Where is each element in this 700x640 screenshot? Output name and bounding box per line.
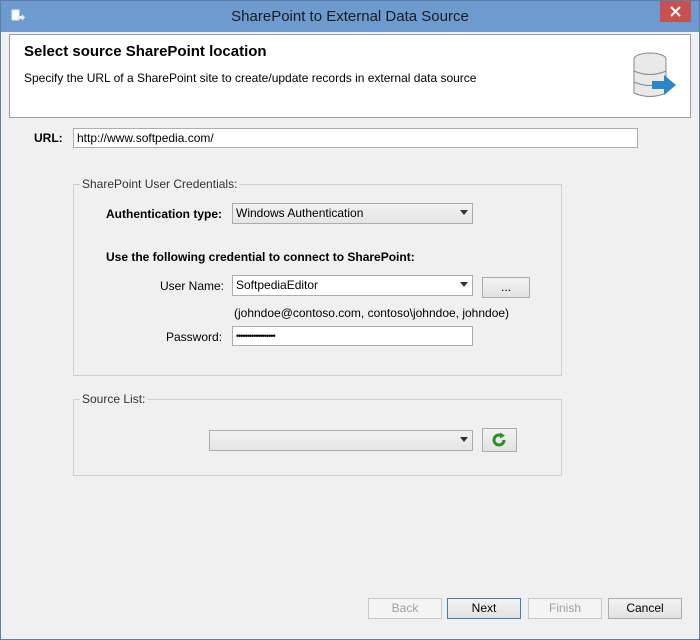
- password-label: Password:: [166, 330, 223, 344]
- username-hint: (johndoe@contoso.com, contoso\johndoe, j…: [234, 306, 510, 320]
- browse-user-button[interactable]: ...: [482, 277, 530, 298]
- refresh-icon: [492, 432, 506, 447]
- password-field[interactable]: ••••••••••••••••••: [232, 326, 473, 346]
- finish-button[interactable]: Finish: [528, 598, 602, 619]
- database-export-icon: [633, 52, 676, 97]
- source-list-select[interactable]: [209, 430, 473, 451]
- credentials-legend: SharePoint User Credentials:: [82, 177, 238, 191]
- url-input[interactable]: http://www.softpedia.com/: [73, 128, 638, 148]
- source-list-legend: Source List:: [82, 392, 146, 406]
- refresh-source-list-button[interactable]: [482, 428, 517, 452]
- title-bar[interactable]: SharePoint to External Data Source: [1, 1, 699, 32]
- wizard-header: Select source SharePoint location Specif…: [9, 34, 691, 118]
- username-select[interactable]: SoftpediaEditor: [232, 275, 473, 296]
- auth-type-label: Authentication type:: [106, 207, 222, 221]
- auth-type-select[interactable]: Windows Authentication: [232, 203, 473, 224]
- wizard-window: SharePoint to External Data Source Selec…: [0, 0, 700, 640]
- auth-type-value: Windows Authentication: [236, 206, 364, 220]
- close-button[interactable]: [660, 1, 691, 22]
- cancel-button[interactable]: Cancel: [608, 598, 682, 619]
- chevron-down-icon: [460, 210, 468, 215]
- username-value: SoftpediaEditor: [236, 278, 319, 292]
- username-label: User Name:: [160, 279, 225, 293]
- chevron-down-icon: [460, 437, 468, 442]
- close-icon: [670, 6, 681, 17]
- url-label: URL:: [34, 131, 63, 145]
- window-title: SharePoint to External Data Source: [231, 8, 469, 25]
- back-button[interactable]: Back: [368, 598, 442, 619]
- chevron-down-icon: [460, 282, 468, 287]
- page-title: Select source SharePoint location: [24, 43, 267, 60]
- next-button[interactable]: Next: [447, 598, 521, 619]
- page-description: Specify the URL of a SharePoint site to …: [24, 71, 477, 85]
- use-credential-label: Use the following credential to connect …: [106, 250, 415, 264]
